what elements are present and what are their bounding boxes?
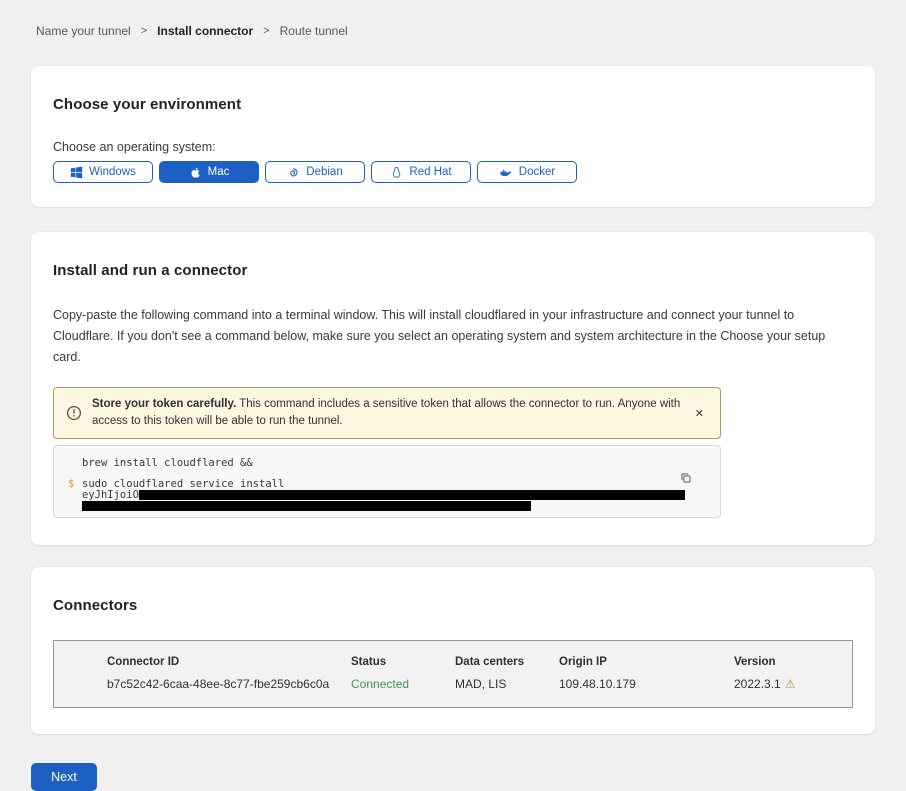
token-warning-banner: Store your token carefully. This command…: [53, 387, 721, 439]
breadcrumb: Name your tunnel > Install connector > R…: [36, 24, 906, 38]
version-warning-icon: ⚠: [785, 677, 796, 691]
os-button-docker[interactable]: Docker: [477, 161, 577, 183]
shell-prompt: $: [68, 479, 74, 490]
os-button-label: Mac: [208, 166, 230, 178]
column-header-origin-ip: Origin IP: [559, 656, 734, 668]
column-header-status: Status: [351, 656, 455, 668]
token-warning-message: Store your token carefully. This command…: [92, 396, 681, 430]
token-prefix-text: eyJhIjoiO: [82, 489, 139, 501]
breadcrumb-separator: >: [141, 25, 147, 37]
os-button-group: Windows Mac Debian Red Hat Docker: [53, 161, 853, 183]
os-button-label: Docker: [519, 166, 555, 178]
code-line-service-install: $ sudo cloudflared service install: [68, 479, 706, 490]
breadcrumb-step-install-connector[interactable]: Install connector: [157, 24, 253, 38]
os-button-windows[interactable]: Windows: [53, 161, 153, 183]
column-header-connector-id: Connector ID: [107, 656, 351, 668]
breadcrumb-step-route-tunnel[interactable]: Route tunnel: [280, 24, 348, 38]
debian-icon: [287, 166, 300, 179]
connector-id-value: b7c52c42-6caa-48ee-8c77-fbe259cb6c0a: [107, 677, 351, 691]
os-button-mac[interactable]: Mac: [159, 161, 259, 183]
token-redaction-bar: [139, 490, 685, 500]
environment-card: Choose your environment Choose an operat…: [31, 66, 875, 207]
os-button-redhat[interactable]: Red Hat: [371, 161, 471, 183]
alert-circle-icon: [66, 405, 82, 421]
os-button-label: Windows: [89, 166, 136, 178]
copy-icon[interactable]: [679, 471, 693, 488]
version-number: 2022.3.1: [734, 677, 781, 691]
code-command-text: sudo cloudflared service install: [82, 478, 284, 490]
environment-card-title: Choose your environment: [53, 96, 853, 113]
install-connector-card: Install and run a connector Copy-paste t…: [31, 232, 875, 545]
install-card-title: Install and run a connector: [53, 262, 853, 279]
breadcrumb-separator: >: [263, 25, 269, 37]
install-command-code-block: brew install cloudflared && $ sudo cloud…: [53, 445, 721, 518]
os-button-label: Debian: [306, 166, 342, 178]
token-redaction-bar: [82, 501, 531, 511]
data-centers-value: MAD, LIS: [455, 677, 559, 691]
redhat-icon: [390, 166, 403, 179]
os-select-label: Choose an operating system:: [53, 140, 853, 154]
os-button-label: Red Hat: [409, 166, 451, 178]
docker-icon: [499, 166, 513, 179]
origin-ip-value: 109.48.10.179: [559, 677, 734, 691]
breadcrumb-step-name-tunnel[interactable]: Name your tunnel: [36, 24, 131, 38]
code-line-brew: brew install cloudflared &&: [68, 458, 706, 469]
install-card-description: Copy-paste the following command into a …: [53, 305, 853, 368]
version-value: 2022.3.1 ⚠: [734, 677, 852, 691]
column-header-version: Version: [734, 656, 852, 668]
os-button-debian[interactable]: Debian: [265, 161, 365, 183]
token-warning-title: Store your token carefully.: [92, 398, 236, 410]
code-line-token: eyJhIjoiO: [68, 490, 706, 501]
banner-close-icon[interactable]: ✕: [691, 405, 708, 422]
apple-icon: [189, 166, 202, 179]
status-badge: Connected: [351, 677, 455, 691]
connectors-table: Connector ID Status Data centers Origin …: [53, 640, 853, 708]
windows-icon: [70, 166, 83, 179]
column-header-data-centers: Data centers: [455, 656, 559, 668]
next-button[interactable]: Next: [31, 763, 97, 791]
code-line-token-2: [68, 501, 706, 512]
connectors-card: Connectors Connector ID Status Data cent…: [31, 567, 875, 734]
connectors-card-title: Connectors: [53, 597, 853, 614]
